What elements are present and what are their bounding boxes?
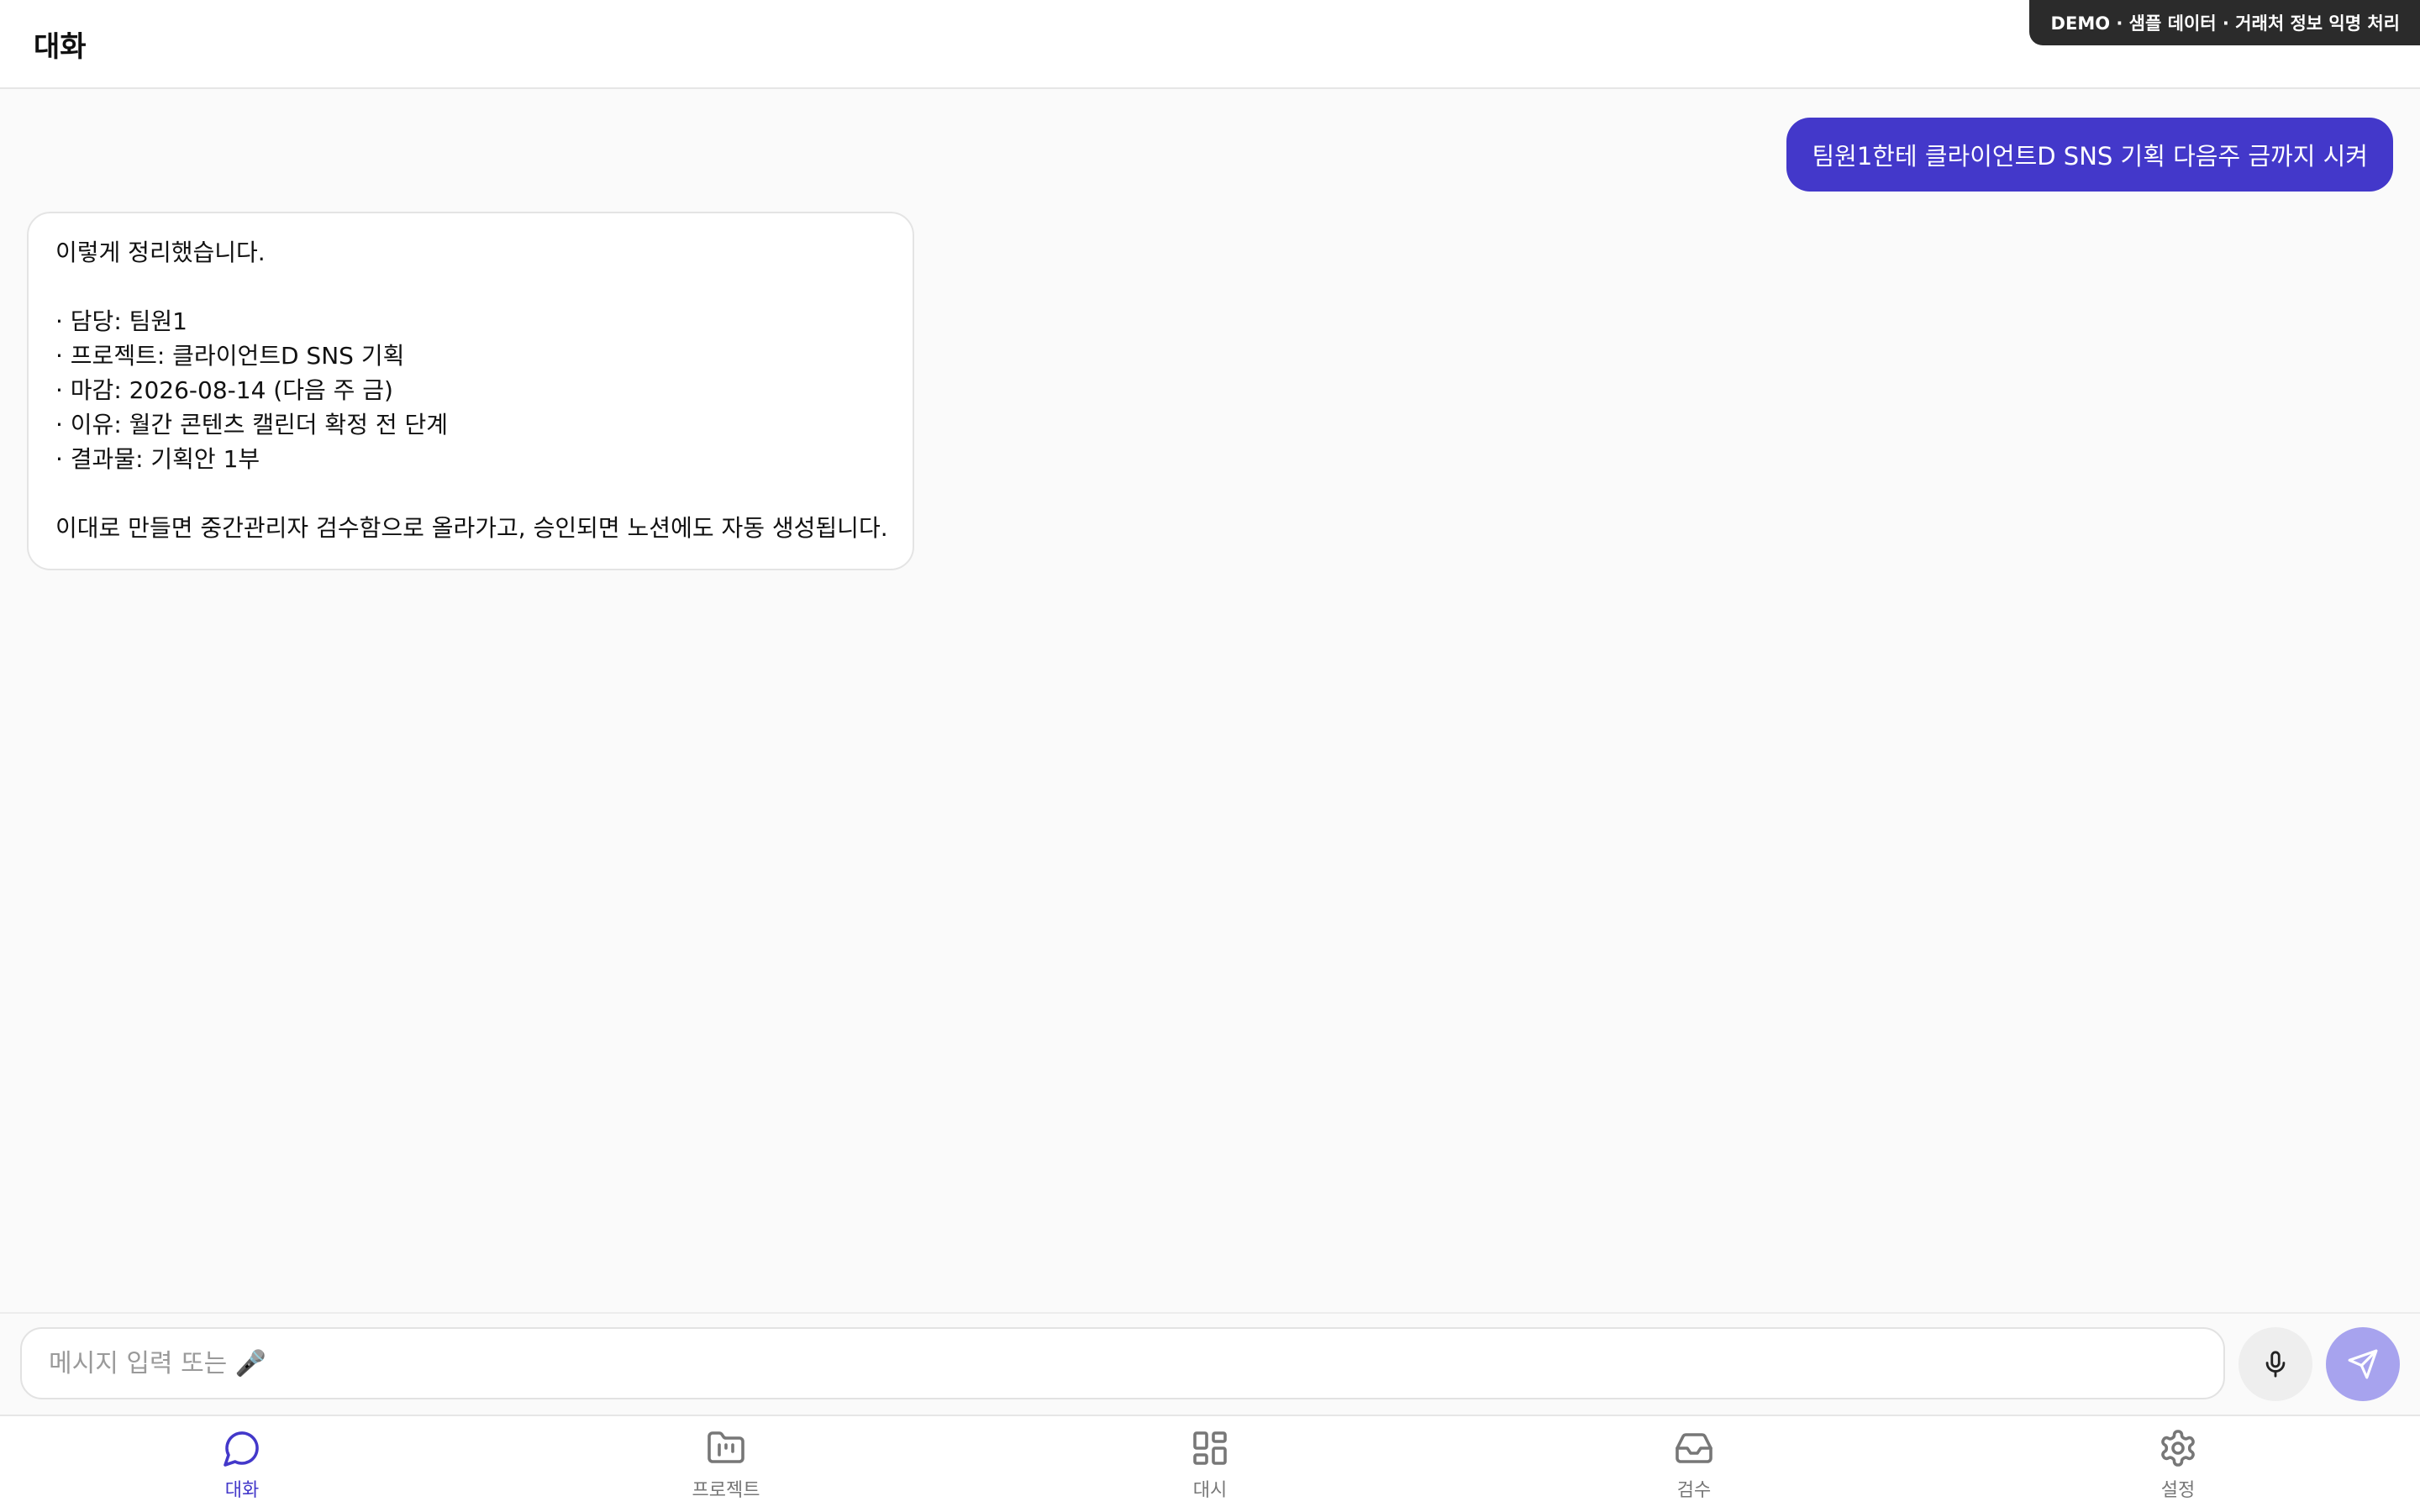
nav-label: 대화: [224, 1480, 260, 1501]
microphone-icon: [2265, 1351, 2286, 1378]
folder-chart-icon: [708, 1431, 744, 1463]
demo-badge: DEMO · 샘플 데이터 · 거래처 정보 익명 처리: [2028, 0, 2420, 45]
assistant-item-reason: · 이유: 월간 콘텐츠 캘린더 확정 전 단계: [55, 411, 449, 438]
send-button[interactable]: [2326, 1327, 2400, 1401]
dashboard-grid-icon: [1193, 1431, 1227, 1465]
nav-item-dashboard[interactable]: 대시: [968, 1416, 1452, 1512]
send-icon: [2348, 1349, 2378, 1379]
assistant-intro: 이렇게 정리했습니다.: [55, 239, 266, 266]
chat-bubble-icon: [224, 1431, 259, 1467]
user-message-bubble: 팀원1한테 클라이언트D SNS 기획 다음주 금까지 시켜: [1786, 118, 2393, 192]
nav-item-review[interactable]: 검수: [1452, 1416, 1936, 1512]
header: 대화 DEMO · 샘플 데이터 · 거래처 정보 익명 처리: [0, 0, 2420, 89]
assistant-outro: 이대로 만들면 중간관리자 검수함으로 올라가고, 승인되면 노션에도 자동 생…: [55, 514, 888, 542]
assistant-item-deadline: · 마감: 2026-08-14 (다음 주 금): [55, 376, 393, 404]
message-input[interactable]: [20, 1327, 2225, 1399]
inbox-tray-icon: [1676, 1433, 1712, 1463]
gear-icon: [2161, 1430, 2195, 1467]
bottom-nav: 대화 프로젝트 대시 검수 설정: [0, 1415, 2420, 1512]
nav-label: 프로젝트: [692, 1480, 760, 1501]
assistant-item-deliverable: · 결과물: 기획안 1부: [55, 445, 260, 473]
nav-label: 대시: [1192, 1480, 1228, 1501]
assistant-item-project: · 프로젝트: 클라이언트D SNS 기획: [55, 342, 405, 370]
nav-item-settings[interactable]: 설정: [1936, 1416, 2420, 1512]
nav-item-projects[interactable]: 프로젝트: [484, 1416, 968, 1512]
nav-item-chat[interactable]: 대화: [0, 1416, 484, 1512]
mic-button[interactable]: [2238, 1327, 2312, 1401]
nav-label: 검수: [1676, 1480, 1712, 1501]
app-root: 대화 DEMO · 샘플 데이터 · 거래처 정보 익명 처리 팀원1한테 클라…: [0, 0, 2420, 1512]
chat-area[interactable]: 팀원1한테 클라이언트D SNS 기획 다음주 금까지 시켜 이렇게 정리했습니…: [0, 89, 2420, 1312]
nav-label: 설정: [2160, 1480, 2196, 1501]
assistant-message-bubble: 이렇게 정리했습니다. · 담당: 팀원1 · 프로젝트: 클라이언트D SNS…: [27, 212, 914, 570]
page-title: 대화: [34, 30, 87, 64]
assistant-item-assignee: · 담당: 팀원1: [55, 307, 187, 335]
message-composer: [0, 1312, 2420, 1415]
